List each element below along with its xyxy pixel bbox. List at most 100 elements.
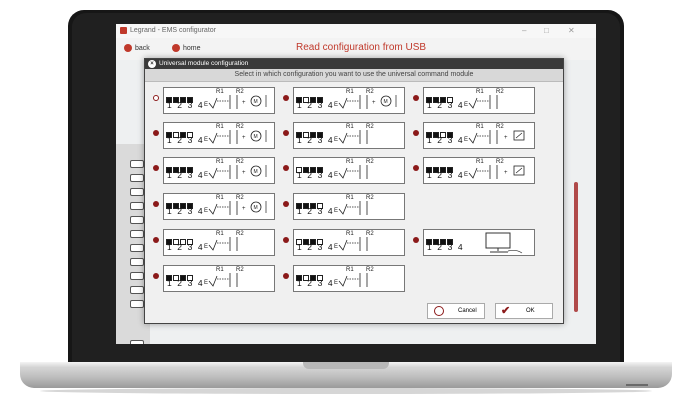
svg-text:M: M xyxy=(254,169,258,175)
option-card[interactable]: 1 2 3 4 R1 R2 E + xyxy=(423,157,535,184)
option-card[interactable]: 1 2 3 4 R1 R2 E + xyxy=(423,122,535,149)
svg-text:E: E xyxy=(334,208,338,214)
svg-text:E: E xyxy=(334,102,338,108)
option-card[interactable]: 1 2 3 4 R1 R2 E + M xyxy=(163,157,275,184)
svg-text:+: + xyxy=(242,135,246,141)
laptop-led xyxy=(626,384,648,386)
laptop-shadow xyxy=(40,388,652,394)
svg-text:E: E xyxy=(334,137,338,143)
home-button[interactable]: home xyxy=(172,44,201,52)
cancel-button[interactable]: Cancel xyxy=(427,303,485,319)
device-key-icon[interactable] xyxy=(130,300,144,308)
option-radio[interactable] xyxy=(153,273,159,279)
option-card[interactable]: 1 2 3 4 R1 R2 E xyxy=(293,229,405,256)
svg-text:M: M xyxy=(254,134,258,140)
circuit-diagram-icon: E xyxy=(334,201,368,215)
svg-text:+: + xyxy=(372,100,376,106)
circuit-diagram-icon: E xyxy=(204,237,238,251)
svg-text:E: E xyxy=(204,208,208,214)
option-card[interactable]: 1 2 3 4 R1 R2 E + M xyxy=(293,87,405,114)
cancel-icon xyxy=(434,306,444,316)
option-radio[interactable] xyxy=(413,130,419,136)
circuit-diagram-icon: E xyxy=(204,273,238,287)
home-icon xyxy=(172,44,180,52)
switch-numbers: 1 2 3 4 xyxy=(297,100,335,110)
device-key-icon[interactable] xyxy=(130,188,144,196)
ok-button[interactable]: ✔ OK xyxy=(495,303,553,319)
option-card[interactable]: 1 2 3 4 R1 R2 E + M xyxy=(163,122,275,149)
dialog-instruction: Select in which configuration you want t… xyxy=(145,69,563,82)
device-key-icon[interactable] xyxy=(130,286,144,294)
option-radio[interactable] xyxy=(283,165,289,171)
option-card[interactable]: 1 2 3 4 R1 R2 E xyxy=(423,87,535,114)
switch-numbers: 1 2 3 4 xyxy=(297,278,335,288)
svg-text:E: E xyxy=(334,172,338,178)
option-radio[interactable] xyxy=(153,165,159,171)
option-radio[interactable] xyxy=(153,95,159,101)
device-key-icon[interactable] xyxy=(130,272,144,280)
svg-text:E: E xyxy=(464,172,468,178)
switch-numbers: 1 2 3 4 xyxy=(297,242,335,252)
switch-numbers: 1 2 3 4 xyxy=(167,100,205,110)
svg-text:M: M xyxy=(254,205,258,211)
option-radio[interactable] xyxy=(283,130,289,136)
option-radio[interactable] xyxy=(153,237,159,243)
option-card[interactable]: 1 2 3 4 R1 R2 E xyxy=(293,122,405,149)
svg-text:E: E xyxy=(464,137,468,143)
switch-numbers: 1 2 3 4 xyxy=(427,170,465,180)
switch-numbers: 1 2 3 4 xyxy=(297,206,335,216)
svg-text:+: + xyxy=(242,206,246,212)
option-radio[interactable] xyxy=(413,165,419,171)
option-radio[interactable] xyxy=(283,237,289,243)
svg-text:+: + xyxy=(242,170,246,176)
svg-text:E: E xyxy=(204,280,208,286)
switch-numbers: 1 2 3 4 xyxy=(167,242,205,252)
device-key-icon[interactable] xyxy=(130,258,144,266)
device-key-icon[interactable] xyxy=(130,160,144,168)
option-radio[interactable] xyxy=(283,273,289,279)
svg-text:E: E xyxy=(464,102,468,108)
option-card[interactable]: 1 2 3 4 R1 R2 E xyxy=(293,265,405,292)
dialog-close-icon[interactable]: × xyxy=(148,60,156,68)
option-radio[interactable] xyxy=(153,130,159,136)
circuit-diagram-icon: E xyxy=(334,237,368,251)
circuit-diagram-icon: E + M xyxy=(204,95,267,109)
universal-module-dialog: × Universal module configuration Select … xyxy=(144,58,564,324)
svg-text:M: M xyxy=(384,99,388,105)
minimize-button[interactable]: – xyxy=(522,26,526,35)
circuit-diagram-icon: E xyxy=(464,95,498,109)
option-card[interactable]: 1 2 3 4 R1 R2 E + M xyxy=(163,193,275,220)
switch-numbers: 1 2 3 4 xyxy=(167,170,205,180)
option-card[interactable]: 1 2 3 4 R1 R2 E xyxy=(163,229,275,256)
device-key-icon[interactable] xyxy=(130,216,144,224)
switch-numbers: 1 2 3 4 xyxy=(167,135,205,145)
circuit-diagram-icon: E + M xyxy=(204,130,267,144)
option-card[interactable]: 1 2 3 4 R1 R2 E xyxy=(163,265,275,292)
circuit-diagram-icon: E + xyxy=(464,165,525,179)
option-card[interactable]: 1 2 3 4 R1 R2 E xyxy=(293,157,405,184)
option-radio[interactable] xyxy=(413,95,419,101)
option-radio[interactable] xyxy=(153,201,159,207)
laptop-notch xyxy=(303,362,389,369)
device-key-icon[interactable] xyxy=(130,230,144,238)
option-card[interactable]: 1 2 3 4 xyxy=(423,229,535,256)
scrollbar[interactable] xyxy=(574,182,578,312)
back-button[interactable]: back xyxy=(124,44,150,52)
option-card[interactable]: 1 2 3 4 R1 R2 E + M xyxy=(163,87,275,114)
close-button[interactable]: ✕ xyxy=(568,26,575,35)
switch-numbers: 1 2 3 4 xyxy=(427,242,465,252)
switch-numbers: 1 2 3 4 xyxy=(167,278,205,288)
option-radio[interactable] xyxy=(283,95,289,101)
switch-numbers: 1 2 3 4 xyxy=(167,206,205,216)
device-key-icon[interactable] xyxy=(130,340,144,344)
cancel-label: Cancel xyxy=(458,308,477,314)
device-key-icon[interactable] xyxy=(130,174,144,182)
computer-icon xyxy=(485,232,523,254)
screen: Legrand - EMS configurator – □ ✕ back ho… xyxy=(116,24,596,344)
device-key-icon[interactable] xyxy=(130,244,144,252)
option-card[interactable]: 1 2 3 4 R1 R2 E xyxy=(293,193,405,220)
option-radio[interactable] xyxy=(413,237,419,243)
option-radio[interactable] xyxy=(283,201,289,207)
device-key-icon[interactable] xyxy=(130,202,144,210)
maximize-button[interactable]: □ xyxy=(544,26,549,35)
